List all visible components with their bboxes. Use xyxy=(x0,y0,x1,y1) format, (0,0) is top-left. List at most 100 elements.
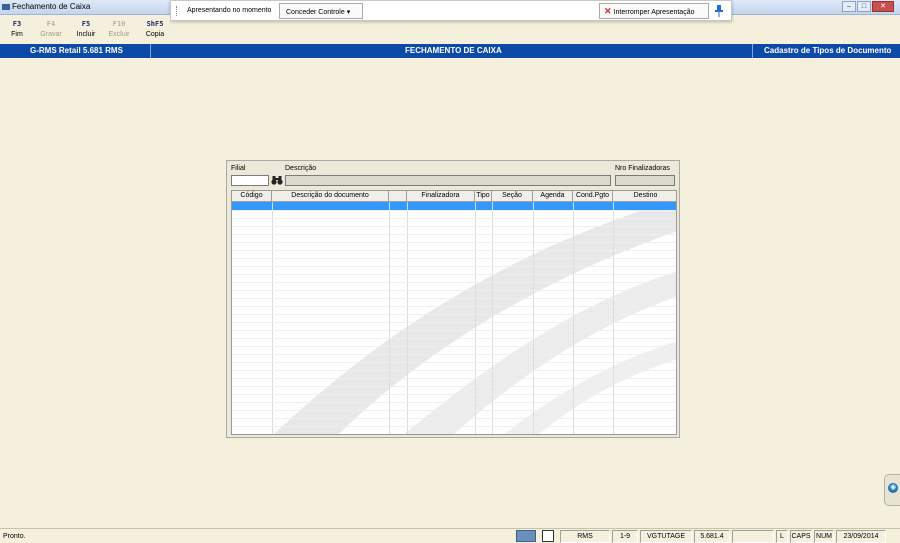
chat-icon: ◉ xyxy=(888,483,898,493)
row-line xyxy=(232,354,676,355)
module-banner: G-RMS Retail 5.681 RMS FECHAMENTO DE CAI… xyxy=(0,44,900,58)
column-divider xyxy=(475,202,476,434)
row-line xyxy=(232,338,676,339)
row-line xyxy=(232,402,676,403)
row-line xyxy=(232,418,676,419)
nro-finalizadoras-field xyxy=(615,175,675,186)
descricao-field xyxy=(285,175,611,186)
row-line xyxy=(232,282,676,283)
form-title: Cadastro de Tipos de Documento xyxy=(764,46,892,55)
row-line xyxy=(232,234,676,235)
status-pane-date: 23/09/2014 xyxy=(836,530,886,543)
close-icon[interactable]: ✕ xyxy=(872,1,894,12)
drag-handle[interactable] xyxy=(176,6,178,16)
status-text: Pronto. xyxy=(3,533,26,540)
close-icon: ✕ xyxy=(604,6,612,16)
network-icon xyxy=(516,530,536,542)
copia-label: Copia xyxy=(145,31,165,38)
banner-divider xyxy=(150,44,151,58)
status-pane-range: 1-9 xyxy=(612,530,638,543)
selected-row[interactable] xyxy=(232,202,676,210)
stop-presentation-label: Interromper Apresentação xyxy=(613,9,695,16)
window-title: Fechamento de Caixa xyxy=(12,2,91,11)
filial-input[interactable] xyxy=(231,175,269,186)
stop-presentation-button[interactable]: ✕ Interromper Apresentação xyxy=(599,3,709,19)
fim-button[interactable]: F3 Fim xyxy=(2,20,32,38)
row-line xyxy=(232,274,676,275)
computer-icon xyxy=(542,530,554,542)
shf5-key-label: ShF5 xyxy=(146,20,164,28)
col-header-secao[interactable]: Seção xyxy=(492,191,533,202)
status-pane-blank xyxy=(732,530,774,543)
status-pane-l: L xyxy=(776,530,788,543)
function-toolbar: F3 Fim F4 Gravar F5 Incluir F10 Excluir … xyxy=(0,15,170,44)
incluir-label: Incluir xyxy=(76,31,96,38)
pin-icon[interactable] xyxy=(714,4,724,18)
col-header-destino[interactable]: Destino xyxy=(613,191,676,202)
excluir-label: Excluir xyxy=(108,31,130,38)
app-icon xyxy=(2,4,10,10)
row-line xyxy=(232,250,676,251)
row-line xyxy=(232,322,676,323)
col-header-tipo[interactable]: Tipo xyxy=(475,191,492,202)
row-line xyxy=(232,306,676,307)
chevron-down-icon: ▾ xyxy=(346,9,351,16)
minimize-icon[interactable]: – xyxy=(842,1,856,12)
binoculars-icon[interactable] xyxy=(271,175,283,185)
col-header-agenda[interactable]: Agenda xyxy=(533,191,573,202)
excluir-button[interactable]: F10 Excluir xyxy=(104,20,134,38)
copia-button[interactable]: ShF5 Copia xyxy=(140,20,170,38)
col-header-descricao[interactable]: Descrição do documento xyxy=(272,191,389,202)
f5-key-label: F5 xyxy=(81,20,91,28)
gravar-button[interactable]: F4 Gravar xyxy=(36,20,66,38)
row-line xyxy=(232,218,676,219)
row-line xyxy=(232,210,676,211)
screen-title: FECHAMENTO DE CAIXA xyxy=(405,46,502,55)
f4-key-label: F4 xyxy=(46,20,56,28)
incluir-button[interactable]: F5 Incluir xyxy=(71,20,101,38)
banner-divider xyxy=(752,44,753,58)
row-line xyxy=(232,370,676,371)
row-line xyxy=(232,426,676,427)
nro-finalizadoras-label: Nro Finalizadoras xyxy=(615,165,670,172)
status-pane-version: 5.681.4 xyxy=(694,530,730,543)
col-header-finalizadora[interactable]: Finalizadora xyxy=(407,191,475,202)
presenting-label: Apresentando no momento xyxy=(187,7,272,14)
grid-header: Código Descrição do documento Finalizado… xyxy=(232,191,676,202)
grant-control-button[interactable]: Conceder Controle ▾ xyxy=(279,3,363,19)
row-line xyxy=(232,258,676,259)
row-line xyxy=(232,242,676,243)
maximize-icon[interactable]: □ xyxy=(857,1,871,12)
status-pane-user: VGTUTAGE xyxy=(640,530,692,543)
column-divider xyxy=(492,202,493,434)
column-divider xyxy=(407,202,408,434)
column-divider xyxy=(533,202,534,434)
document-types-grid[interactable]: Código Descrição do documento Finalizado… xyxy=(231,190,677,435)
row-line xyxy=(232,266,676,267)
f10-key-label: F10 xyxy=(112,20,126,28)
fim-label: Fim xyxy=(11,31,23,38)
row-line xyxy=(232,346,676,347)
row-line xyxy=(232,226,676,227)
col-header-cond-pgto[interactable]: Cond.Pgto xyxy=(573,191,613,202)
status-pane-num: NUM xyxy=(814,530,834,543)
side-panel-tab[interactable]: ◉ xyxy=(884,474,900,506)
row-line xyxy=(232,298,676,299)
window-controls: – □ ✕ xyxy=(842,1,894,12)
status-pane-system: RMS xyxy=(560,530,610,543)
row-line xyxy=(232,394,676,395)
status-pane-caps: CAPS xyxy=(790,530,812,543)
filial-label: Filial xyxy=(231,165,246,172)
watermark-logo xyxy=(274,199,676,434)
row-line xyxy=(232,330,676,331)
document-types-panel: Filial Descrição Nro Finalizadoras Códig… xyxy=(226,160,680,438)
row-line xyxy=(232,378,676,379)
column-divider xyxy=(389,202,390,434)
descricao-label: Descrição xyxy=(285,165,317,172)
presentation-bar: Apresentando no momento Conceder Control… xyxy=(170,0,732,21)
col-header-blank[interactable] xyxy=(389,191,407,202)
gravar-label: Gravar xyxy=(40,31,62,38)
col-header-codigo[interactable]: Código xyxy=(232,191,272,202)
status-bar: Pronto. RMS 1-9 VGTUTAGE 5.681.4 L CAPS … xyxy=(0,528,900,543)
row-line xyxy=(232,314,676,315)
